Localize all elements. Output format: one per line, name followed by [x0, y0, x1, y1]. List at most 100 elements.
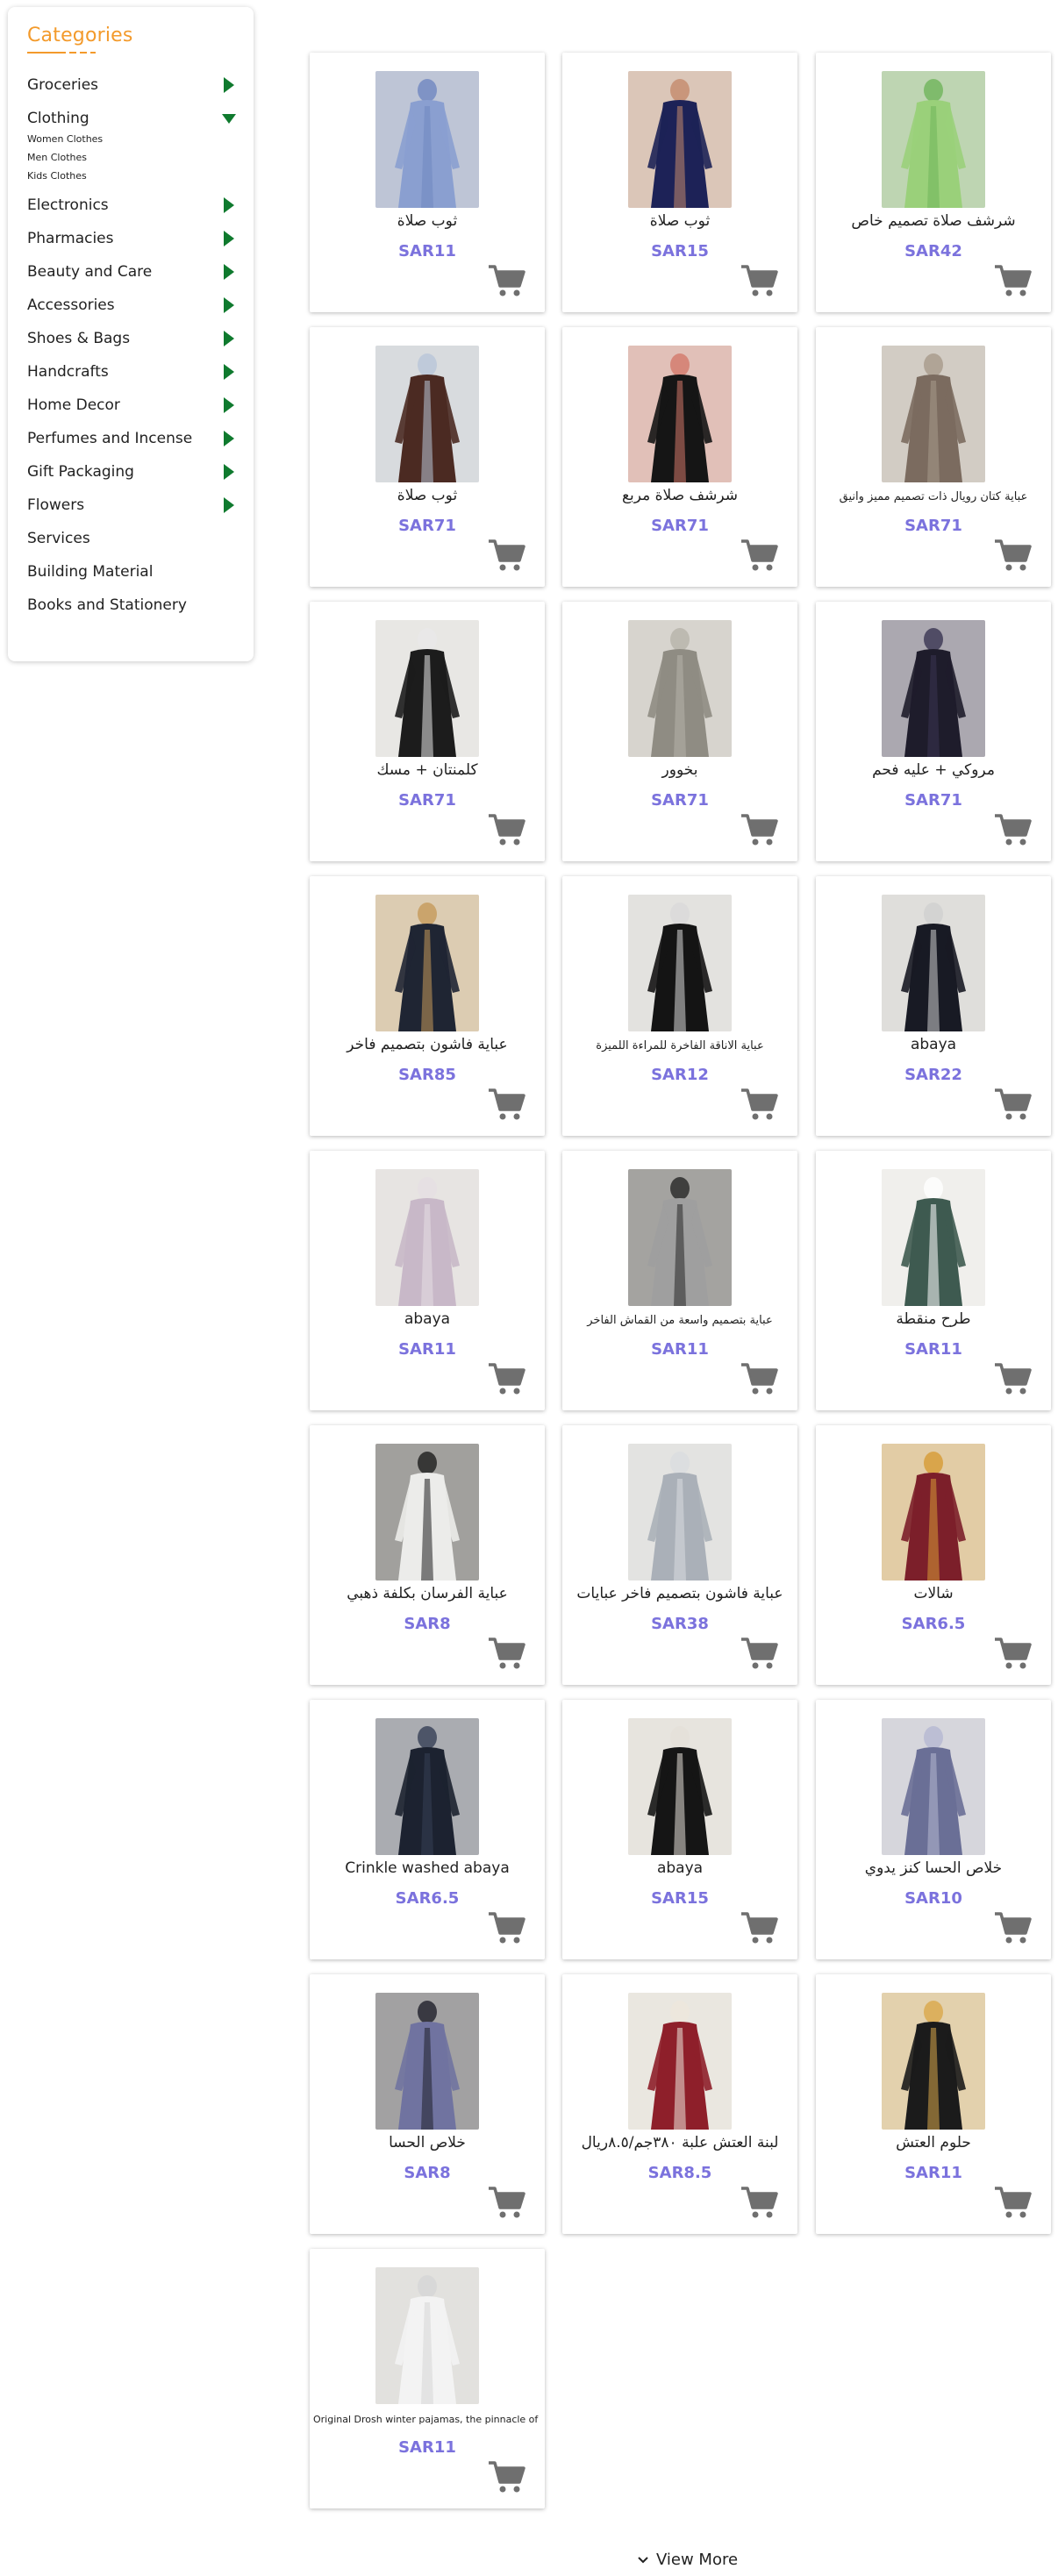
- product-image[interactable]: [882, 1718, 985, 1855]
- category-clothing[interactable]: Clothing: [27, 102, 236, 135]
- caret-right-icon[interactable]: [224, 431, 234, 446]
- product-image[interactable]: [628, 620, 732, 757]
- product-name[interactable]: abaya: [566, 1859, 794, 1877]
- add-to-cart-button[interactable]: [487, 2459, 525, 2494]
- product-name[interactable]: لبنة العتش علبة ٣٨٠جم/٨.٥ريال: [566, 2134, 794, 2151]
- category-pharmacies[interactable]: Pharmacies: [27, 222, 234, 255]
- product-card[interactable]: بخوور SAR71: [562, 602, 797, 861]
- product-card[interactable]: abaya SAR11: [310, 1151, 545, 1410]
- add-to-cart-button[interactable]: [740, 1636, 778, 1671]
- product-image[interactable]: [628, 1993, 732, 2130]
- add-to-cart-button[interactable]: [993, 1361, 1032, 1396]
- add-to-cart-button[interactable]: [487, 2185, 525, 2220]
- product-card[interactable]: خلاص الحسا SAR8: [310, 1974, 545, 2234]
- add-to-cart-button[interactable]: [487, 1361, 525, 1396]
- product-card[interactable]: Crinkle washed abaya SAR6.5: [310, 1700, 545, 1959]
- category-beauty-and-care[interactable]: Beauty and Care: [27, 255, 234, 289]
- add-to-cart-button[interactable]: [993, 1910, 1032, 1945]
- product-name[interactable]: عباية فاشون بتصميم فاخر عبايات: [566, 1585, 794, 1602]
- product-name[interactable]: عباية كتان رويال ذات تصميم مميز وانيق: [819, 490, 1047, 503]
- add-to-cart-button[interactable]: [740, 1087, 778, 1122]
- product-card[interactable]: خلاص الحسا كنز يدوي SAR10: [816, 1700, 1051, 1959]
- add-to-cart-button[interactable]: [487, 1636, 525, 1671]
- category-shoes-bags[interactable]: Shoes & Bags: [27, 322, 234, 355]
- category-home-decor[interactable]: Home Decor: [27, 389, 234, 422]
- product-card[interactable]: شرشف صلاة مربع SAR71: [562, 327, 797, 587]
- caret-right-icon[interactable]: [224, 364, 234, 380]
- add-to-cart-button[interactable]: [993, 2185, 1032, 2220]
- product-name[interactable]: حلوم العتش: [819, 2134, 1047, 2151]
- caret-right-icon[interactable]: [224, 77, 234, 93]
- product-image[interactable]: [628, 1444, 732, 1581]
- add-to-cart-button[interactable]: [740, 1910, 778, 1945]
- add-to-cart-button[interactable]: [993, 1636, 1032, 1671]
- caret-right-icon[interactable]: [224, 297, 234, 313]
- product-image[interactable]: [375, 620, 479, 757]
- add-to-cart-button[interactable]: [993, 538, 1032, 573]
- add-to-cart-button[interactable]: [740, 812, 778, 847]
- product-image[interactable]: [882, 620, 985, 757]
- product-card[interactable]: abaya SAR22: [816, 876, 1051, 1136]
- caret-down-icon[interactable]: [222, 114, 236, 124]
- product-image[interactable]: [882, 1169, 985, 1306]
- product-image[interactable]: [882, 1993, 985, 2130]
- product-card[interactable]: عباية الاناقة الفاخرة للمراءة اللميزة SAR…: [562, 876, 797, 1136]
- product-image[interactable]: [882, 346, 985, 482]
- product-name[interactable]: ثوب صلاة: [313, 487, 541, 504]
- product-name[interactable]: شرشف صلاة تصميم خاص: [819, 212, 1047, 230]
- product-name[interactable]: Crinkle washed abaya: [313, 1859, 541, 1877]
- view-more-button[interactable]: View More: [637, 2551, 738, 2569]
- add-to-cart-button[interactable]: [993, 812, 1032, 847]
- add-to-cart-button[interactable]: [487, 1087, 525, 1122]
- product-card[interactable]: طرح منقطة SAR11: [816, 1151, 1051, 1410]
- product-image[interactable]: [628, 346, 732, 482]
- product-card[interactable]: عباية بتصميم واسعة من القماش الفاخر SAR11: [562, 1151, 797, 1410]
- product-card[interactable]: عباية الفرسان بكلفة ذهبي SAR8: [310, 1425, 545, 1685]
- add-to-cart-button[interactable]: [487, 812, 525, 847]
- product-image[interactable]: [882, 1444, 985, 1581]
- add-to-cart-button[interactable]: [740, 2185, 778, 2220]
- caret-right-icon[interactable]: [224, 231, 234, 246]
- product-image[interactable]: [628, 1169, 732, 1306]
- product-card[interactable]: ثوب صلاة SAR11: [310, 53, 545, 312]
- product-name[interactable]: Original Drosh winter pajamas, the pinna…: [313, 2414, 541, 2425]
- product-image[interactable]: [375, 895, 479, 1031]
- product-image[interactable]: [375, 1169, 479, 1306]
- add-to-cart-button[interactable]: [740, 538, 778, 573]
- add-to-cart-button[interactable]: [740, 263, 778, 298]
- product-image[interactable]: [628, 895, 732, 1031]
- product-name[interactable]: عباية الاناقة الفاخرة للمراءة اللميزة: [566, 1039, 794, 1053]
- subcategory-item[interactable]: Men Clothes: [27, 148, 234, 167]
- product-name[interactable]: عباية الفرسان بكلفة ذهبي: [313, 1585, 541, 1602]
- category-perfumes-and-incense[interactable]: Perfumes and Incense: [27, 422, 234, 455]
- caret-right-icon[interactable]: [224, 197, 234, 213]
- product-name[interactable]: abaya: [313, 1310, 541, 1328]
- caret-right-icon[interactable]: [224, 331, 234, 346]
- product-card[interactable]: حلوم العتش SAR11: [816, 1974, 1051, 2234]
- category-services[interactable]: Services: [27, 522, 234, 555]
- subcategory-item[interactable]: Kids Clothes: [27, 167, 234, 185]
- product-name[interactable]: عباية بتصميم واسعة من القماش الفاخر: [566, 1314, 794, 1327]
- category-flowers[interactable]: Flowers: [27, 489, 234, 522]
- product-image[interactable]: [375, 346, 479, 482]
- product-image[interactable]: [375, 1444, 479, 1581]
- product-card[interactable]: عباية كتان رويال ذات تصميم مميز وانيق SAR…: [816, 327, 1051, 587]
- product-image[interactable]: [375, 2267, 479, 2404]
- product-card[interactable]: كلمنتان + مسك SAR71: [310, 602, 545, 861]
- product-name[interactable]: ثوب صلاة: [313, 212, 541, 230]
- caret-right-icon[interactable]: [224, 497, 234, 513]
- product-image[interactable]: [628, 71, 732, 208]
- product-name[interactable]: شرشف صلاة مربع: [566, 487, 794, 504]
- product-image[interactable]: [882, 71, 985, 208]
- product-image[interactable]: [882, 895, 985, 1031]
- category-books-and-stationery[interactable]: Books and Stationery: [27, 589, 234, 622]
- product-name[interactable]: ثوب صلاة: [566, 212, 794, 230]
- add-to-cart-button[interactable]: [740, 1361, 778, 1396]
- category-groceries[interactable]: Groceries: [27, 68, 234, 102]
- add-to-cart-button[interactable]: [487, 538, 525, 573]
- product-card[interactable]: مروكي + عليه فحم SAR71: [816, 602, 1051, 861]
- category-electronics[interactable]: Electronics: [27, 189, 234, 222]
- product-card[interactable]: عباية فاشون بتصميم فاخر SAR85: [310, 876, 545, 1136]
- product-card[interactable]: شالات SAR6.5: [816, 1425, 1051, 1685]
- product-image[interactable]: [375, 1993, 479, 2130]
